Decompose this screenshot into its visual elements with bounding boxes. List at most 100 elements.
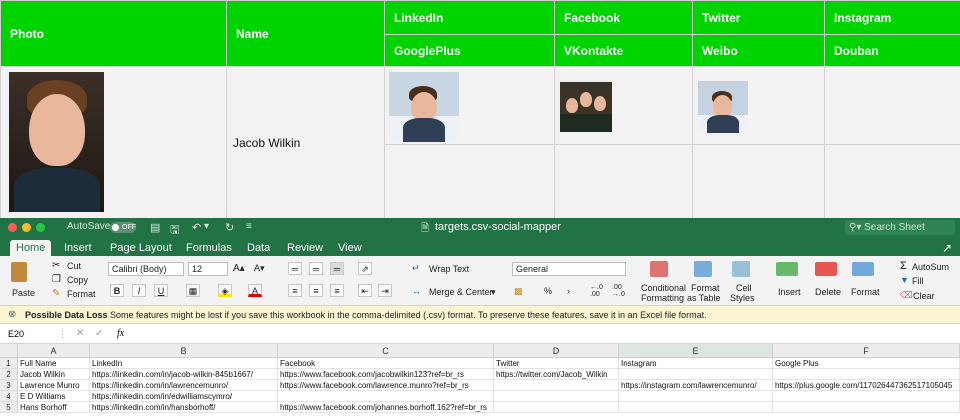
table-cell[interactable]: Instagram xyxy=(619,358,773,369)
autosave-toggle[interactable]: OFF xyxy=(110,222,136,233)
table-cell[interactable]: https://instagram.com/lawrencemunro/ xyxy=(619,380,773,391)
number-format-select[interactable]: General xyxy=(512,262,626,276)
orientation-icon[interactable]: ⇗ xyxy=(358,262,372,275)
fill-color-icon[interactable]: ◈ xyxy=(218,284,232,297)
table-cell[interactable]: https://www.facebook.com/jacobwilkin123?… xyxy=(278,369,494,380)
table-cell[interactable]: https://twitter.com/Jacob_Wilkin xyxy=(494,369,619,380)
tab-page-layout[interactable]: Page Layout xyxy=(104,240,178,256)
merge-center-icon[interactable]: ↔ xyxy=(412,286,421,296)
sidebar-icon[interactable]: ▤ xyxy=(150,221,160,234)
insert-cells-button[interactable]: Insert xyxy=(778,287,801,297)
share-icon[interactable]: ↗ xyxy=(936,240,958,256)
tab-view[interactable]: View xyxy=(332,240,368,256)
table-cell[interactable] xyxy=(619,369,773,380)
close-window-button[interactable] xyxy=(8,223,17,232)
bold-button[interactable]: B xyxy=(110,284,124,297)
column-header-f[interactable]: F xyxy=(773,344,960,358)
table-cell[interactable]: Facebook xyxy=(278,358,494,369)
autosum-icon[interactable]: Σ xyxy=(900,260,907,272)
table-cell[interactable]: LinkedIn xyxy=(90,358,278,369)
font-name-select[interactable]: Calibri (Body) xyxy=(108,262,184,276)
fill-icon[interactable]: ▼ xyxy=(900,275,909,285)
align-right-icon[interactable]: ≡ xyxy=(330,284,344,297)
italic-button[interactable]: I xyxy=(132,284,146,297)
clear-button[interactable]: Clear xyxy=(913,291,935,301)
insert-function-icon[interactable]: fx xyxy=(117,324,124,344)
decrease-font-icon[interactable]: A▾ xyxy=(254,263,265,274)
table-cell[interactable]: https://linkedin.com/in/lawrencemunro/ xyxy=(90,380,278,391)
cell-styles-label-1[interactable]: Cell xyxy=(736,283,752,293)
search-sheet-input[interactable]: ⚲▾ Search Sheet xyxy=(845,220,955,235)
percent-icon[interactable]: % xyxy=(544,286,552,296)
delete-cells-button[interactable]: Delete xyxy=(815,287,841,297)
cell-styles-icon[interactable] xyxy=(732,261,750,277)
align-bottom-icon[interactable]: ═ xyxy=(330,262,344,275)
column-header-d[interactable]: D xyxy=(494,344,619,358)
maximize-window-button[interactable] xyxy=(36,223,45,232)
decrease-indent-icon[interactable]: ⇤ xyxy=(358,284,372,297)
cut-icon[interactable]: ✂ xyxy=(52,260,60,271)
copy-icon[interactable]: ❐ xyxy=(52,274,61,285)
minimize-window-button[interactable] xyxy=(22,223,31,232)
table-cell[interactable]: Lawrence Munro xyxy=(18,380,90,391)
conditional-formatting-icon[interactable] xyxy=(650,261,668,277)
paste-button[interactable]: Paste xyxy=(12,288,35,298)
tab-data[interactable]: Data xyxy=(241,240,276,256)
tab-home[interactable]: Home xyxy=(10,240,52,256)
autosum-button[interactable]: AutoSum xyxy=(912,262,949,272)
table-cell[interactable] xyxy=(278,391,494,402)
table-cell[interactable]: https://www.facebook.com/johannes.borhof… xyxy=(278,402,494,413)
increase-indent-icon[interactable]: ⇥ xyxy=(378,284,392,297)
table-cell[interactable]: Google Plus xyxy=(773,358,960,369)
align-top-icon[interactable]: ═ xyxy=(288,262,302,275)
comma-style-icon[interactable]: › xyxy=(567,286,570,296)
decrease-decimal-icon[interactable]: .00 →.0 xyxy=(612,284,625,298)
table-cell[interactable] xyxy=(619,402,773,413)
table-cell[interactable]: Twitter xyxy=(494,358,619,369)
align-center-icon[interactable]: ≡ xyxy=(309,284,323,297)
row-header[interactable]: 2 xyxy=(0,369,18,380)
borders-icon[interactable]: ▦ xyxy=(186,284,200,297)
column-header-a[interactable]: A xyxy=(18,344,90,358)
underline-button[interactable]: U xyxy=(154,284,168,297)
table-cell[interactable] xyxy=(773,369,960,380)
format-as-table-label-2[interactable]: as Table xyxy=(687,293,720,303)
table-cell[interactable] xyxy=(619,391,773,402)
format-as-table-icon[interactable] xyxy=(694,261,712,277)
wrap-text-icon[interactable]: ↵ xyxy=(412,263,420,274)
format-as-table-label-1[interactable]: Format xyxy=(691,283,720,293)
table-cell[interactable]: https://linkedin.com/in/edwilliamscymro/ xyxy=(90,391,278,402)
cancel-icon[interactable]: ✕ xyxy=(76,324,84,344)
row-header[interactable]: 1 xyxy=(0,358,18,369)
delete-cells-icon[interactable] xyxy=(815,262,837,276)
row-header[interactable]: 5 xyxy=(0,402,18,413)
merge-center-button[interactable]: Merge & Center xyxy=(429,287,493,297)
undo-dropdown-icon[interactable]: ▾ xyxy=(204,221,209,232)
table-cell[interactable]: https://plus.google.com/1170264473625171… xyxy=(773,380,960,391)
name-box[interactable]: E20 xyxy=(8,324,24,344)
format-painter-button[interactable]: Format xyxy=(67,289,96,299)
conditional-formatting-label-2[interactable]: Formatting xyxy=(641,293,684,303)
table-cell[interactable] xyxy=(494,402,619,413)
merge-dropdown-icon[interactable]: ▾ xyxy=(491,287,496,298)
table-cell[interactable]: https://linkedin.com/in/hansborhoff/ xyxy=(90,402,278,413)
select-all-corner[interactable] xyxy=(0,344,18,358)
table-cell[interactable] xyxy=(494,391,619,402)
increase-decimal-icon[interactable]: ←.0.00 xyxy=(590,284,603,298)
table-cell[interactable]: https://www.facebook.com/lawrence.munro?… xyxy=(278,380,494,391)
table-cell[interactable]: Jacob Wilkin xyxy=(18,369,90,380)
table-cell[interactable]: Full Name xyxy=(18,358,90,369)
conditional-formatting-label-1[interactable]: Conditional xyxy=(641,283,686,293)
align-middle-icon[interactable]: ═ xyxy=(309,262,323,275)
tab-review[interactable]: Review xyxy=(281,240,329,256)
table-cell[interactable] xyxy=(773,402,960,413)
column-header-e[interactable]: E xyxy=(619,344,773,358)
copy-button[interactable]: Copy xyxy=(67,275,88,285)
table-cell[interactable]: Hans Borhoff xyxy=(18,402,90,413)
undo-icon[interactable]: ↶ xyxy=(192,221,201,234)
customize-toolbar-icon[interactable]: ≡ xyxy=(246,221,252,232)
insert-cells-icon[interactable] xyxy=(776,262,798,276)
dismiss-warning-icon[interactable]: ⊗ xyxy=(8,306,16,324)
table-cell[interactable]: E D Williams xyxy=(18,391,90,402)
wrap-text-button[interactable]: Wrap Text xyxy=(429,264,469,274)
